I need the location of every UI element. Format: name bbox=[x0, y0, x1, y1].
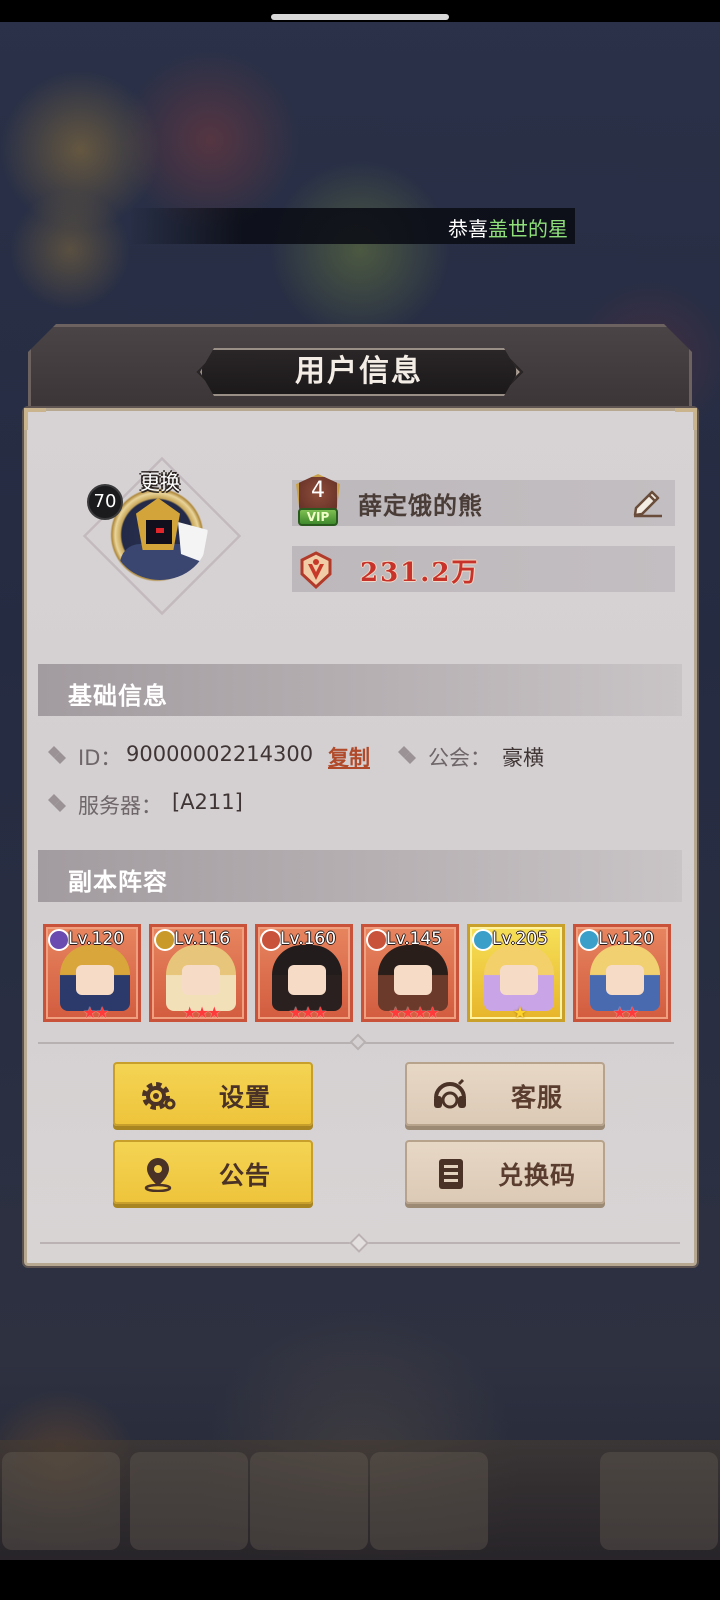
server-value: [A211] bbox=[172, 790, 243, 814]
hero-face bbox=[76, 965, 114, 995]
bottom-nav-backdrop bbox=[0, 1440, 720, 1560]
corner-ornament bbox=[24, 408, 46, 430]
settings-label: 设置 bbox=[218, 1083, 271, 1112]
hero-stars: ★ bbox=[512, 1003, 527, 1022]
nav-slot bbox=[130, 1452, 248, 1550]
id-label: ID： bbox=[78, 746, 122, 770]
player-name: 薛定饿的熊 bbox=[358, 492, 483, 520]
hero-class-icon bbox=[260, 929, 282, 951]
guild-label: 公会： bbox=[428, 746, 491, 770]
notebook-icon bbox=[439, 1159, 463, 1189]
hero-face bbox=[288, 965, 326, 995]
hero-card[interactable]: Lv.160 ★★★ bbox=[255, 924, 353, 1022]
hero-face bbox=[394, 965, 432, 995]
vip-level: 4 bbox=[311, 478, 325, 503]
hero-face bbox=[182, 965, 220, 995]
bullet-diamond-icon bbox=[48, 794, 66, 812]
copy-id-button[interactable]: 复制 bbox=[328, 742, 370, 772]
lineup-title: 副本阵容 bbox=[68, 868, 168, 896]
hero-level: Lv.120 bbox=[68, 929, 125, 949]
marquee-text: 恭喜盖世的星 bbox=[448, 213, 568, 242]
edit-pencil-icon bbox=[633, 490, 662, 518]
basic-info-title: 基础信息 bbox=[68, 682, 168, 710]
hero-level: Lv.145 bbox=[386, 929, 443, 949]
bullet-diamond-icon bbox=[48, 746, 66, 764]
navigation-bar bbox=[0, 1560, 720, 1600]
hero-level: Lv.160 bbox=[280, 929, 337, 949]
hero-card[interactable]: Lv.205 ★ bbox=[467, 924, 565, 1022]
id-value: 90000002214300 bbox=[126, 742, 314, 766]
vip-badge: 4 VIP bbox=[288, 470, 348, 534]
hero-card[interactable]: Lv.120 ★★ bbox=[43, 924, 141, 1022]
combat-power-value: 231.2万 bbox=[360, 558, 480, 588]
redeem-code-label: 兑换码 bbox=[497, 1161, 576, 1190]
server-label: 服务器： bbox=[78, 794, 162, 818]
hero-card[interactable]: Lv.145 ★★★★ bbox=[361, 924, 459, 1022]
settings-button[interactable]: 设置 bbox=[113, 1062, 313, 1126]
hero-card[interactable]: Lv.120 ★★ bbox=[573, 924, 671, 1022]
announcement-marquee: 恭喜盖世的星 bbox=[130, 208, 575, 244]
headset-icon bbox=[434, 1078, 466, 1109]
announcement-label: 公告 bbox=[218, 1161, 271, 1190]
hero-card[interactable]: Lv.116 ★★★ bbox=[149, 924, 247, 1022]
marquee-highlight: 盖世的星 bbox=[488, 217, 568, 241]
customer-service-button[interactable]: 客服 bbox=[405, 1062, 605, 1126]
change-avatar-button[interactable]: 更换 bbox=[120, 466, 200, 495]
announcement-button[interactable]: 公告 bbox=[113, 1140, 313, 1204]
hero-stars: ★★ bbox=[82, 1003, 110, 1022]
gesture-pill bbox=[271, 14, 449, 20]
hero-class-icon bbox=[472, 929, 494, 951]
hero-class-icon bbox=[366, 929, 388, 951]
avatar-eye bbox=[156, 528, 164, 533]
vip-tag: VIP bbox=[298, 508, 338, 526]
hero-stars: ★★★ bbox=[288, 1003, 327, 1022]
nav-slot bbox=[250, 1452, 368, 1550]
nav-slot bbox=[600, 1452, 718, 1550]
hero-stars: ★★★ bbox=[182, 1003, 221, 1022]
nav-slot bbox=[2, 1452, 120, 1550]
hero-level: Lv.116 bbox=[174, 929, 231, 949]
marquee-prefix: 恭喜 bbox=[448, 217, 488, 241]
name-bar bbox=[292, 480, 675, 526]
redeem-code-button[interactable]: 兑换码 bbox=[405, 1140, 605, 1204]
hero-face bbox=[606, 965, 644, 995]
nav-slot bbox=[370, 1452, 488, 1550]
hero-class-icon bbox=[578, 929, 600, 951]
bullet-diamond-icon bbox=[398, 746, 416, 764]
power-bar bbox=[292, 546, 675, 592]
avatar[interactable] bbox=[112, 492, 208, 580]
customer-service-label: 客服 bbox=[510, 1083, 563, 1112]
location-pin-icon bbox=[144, 1158, 172, 1192]
hero-stars: ★★★★ bbox=[388, 1003, 439, 1022]
hero-face bbox=[500, 965, 538, 995]
hero-level: Lv.205 bbox=[492, 929, 549, 949]
hero-class-icon bbox=[154, 929, 176, 951]
page-title: 用户信息 bbox=[295, 354, 423, 389]
player-level-badge: 70 bbox=[87, 484, 123, 520]
edit-name-button[interactable] bbox=[630, 484, 666, 520]
hero-level: Lv.120 bbox=[598, 929, 655, 949]
guild-value: 豪横 bbox=[502, 746, 544, 770]
corner-ornament bbox=[675, 408, 697, 430]
crest-icon bbox=[296, 550, 336, 590]
hero-class-icon bbox=[48, 929, 70, 951]
gear-icon bbox=[142, 1082, 176, 1110]
hero-stars: ★★ bbox=[612, 1003, 640, 1022]
